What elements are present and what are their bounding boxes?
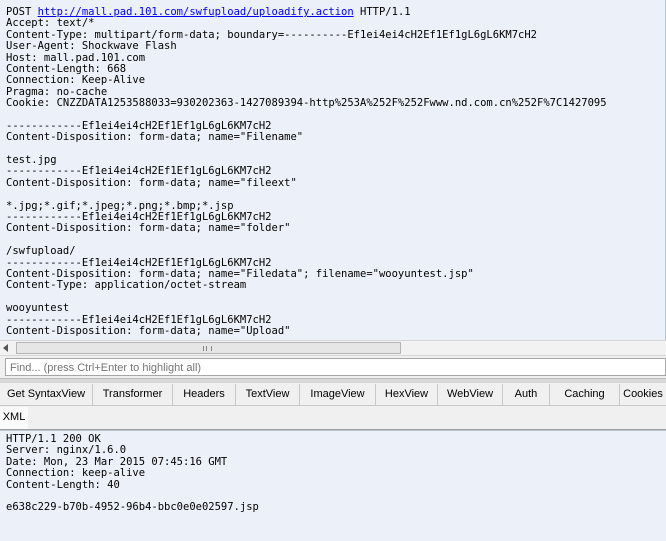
code-line: Content-Length: 40 xyxy=(6,478,120,491)
request-raw-view[interactable]: POST http://mall.pad.101.com/swfupload/u… xyxy=(0,0,666,340)
response-raw-view[interactable]: HTTP/1.1 200 OK Server: nginx/1.6.0 Date: … xyxy=(0,430,666,541)
response-text[interactable]: HTTP/1.1 200 OK Server: nginx/1.6.0 Date: … xyxy=(6,433,259,514)
tab-xml[interactable]: XML xyxy=(0,407,28,429)
code-line: Content-Disposition: form-data; name="Up… xyxy=(6,324,291,337)
tab-cookies[interactable]: Cookies xyxy=(620,384,666,405)
request-method: POST xyxy=(6,6,38,18)
grip-icon xyxy=(203,346,212,351)
request-line: POST http://mall.pad.101.com/swfupload/u… xyxy=(6,6,607,18)
tab-caching[interactable]: Caching xyxy=(550,384,620,405)
request-url-link[interactable]: http://mall.pad.101.com/swfupload/upload… xyxy=(38,6,354,18)
code-line: Cookie: CNZZDATA1253588033=930202363-142… xyxy=(6,97,607,110)
pane-splitter[interactable] xyxy=(0,378,666,383)
tab-auth[interactable]: Auth xyxy=(503,384,550,405)
code-line: Content-Disposition: form-data; name="Fi… xyxy=(6,131,304,144)
code-line: /swfupload/ xyxy=(6,245,76,258)
fiddler-inspector-window: POST http://mall.pad.101.com/swfupload/u… xyxy=(0,0,666,541)
tab-transformer[interactable]: Transformer xyxy=(93,384,173,405)
tab-headers[interactable]: Headers xyxy=(173,384,236,405)
code-line: Connection: keep-alive xyxy=(6,467,146,480)
code-line: Content-Disposition: form-data; name="fo… xyxy=(6,222,291,235)
tab-webview[interactable]: WebView xyxy=(438,384,503,405)
find-bar xyxy=(0,356,666,378)
horizontal-scrollbar[interactable] xyxy=(0,340,666,356)
code-line: Content-Type: application/octet-stream xyxy=(6,279,247,292)
inspector-tabs-row: Get SyntaxView Transformer Headers TextV… xyxy=(0,384,666,406)
request-text[interactable]: POST http://mall.pad.101.com/swfupload/u… xyxy=(6,6,607,337)
find-input[interactable] xyxy=(5,358,666,376)
code-line: wooyuntest xyxy=(6,302,70,315)
tab-imageview[interactable]: ImageView xyxy=(300,384,376,405)
code-line: e638c229-b70b-4952-96b4-bbc0e0e02597.jsp xyxy=(6,501,259,514)
tab-hexview[interactable]: HexView xyxy=(376,384,438,405)
request-protocol: HTTP/1.1 xyxy=(353,6,411,18)
scrollbar-thumb[interactable] xyxy=(16,342,401,354)
code-line: User-Agent: Shockwave Flash xyxy=(6,40,177,53)
tab-textview[interactable]: TextView xyxy=(236,384,300,405)
inspector-tabs-row-2: XML xyxy=(0,407,666,430)
tab-get-syntaxview[interactable]: Get SyntaxView xyxy=(0,384,93,405)
scroll-left-arrow-icon[interactable] xyxy=(3,344,8,352)
code-line: Content-Disposition: form-data; name="fi… xyxy=(6,176,297,189)
